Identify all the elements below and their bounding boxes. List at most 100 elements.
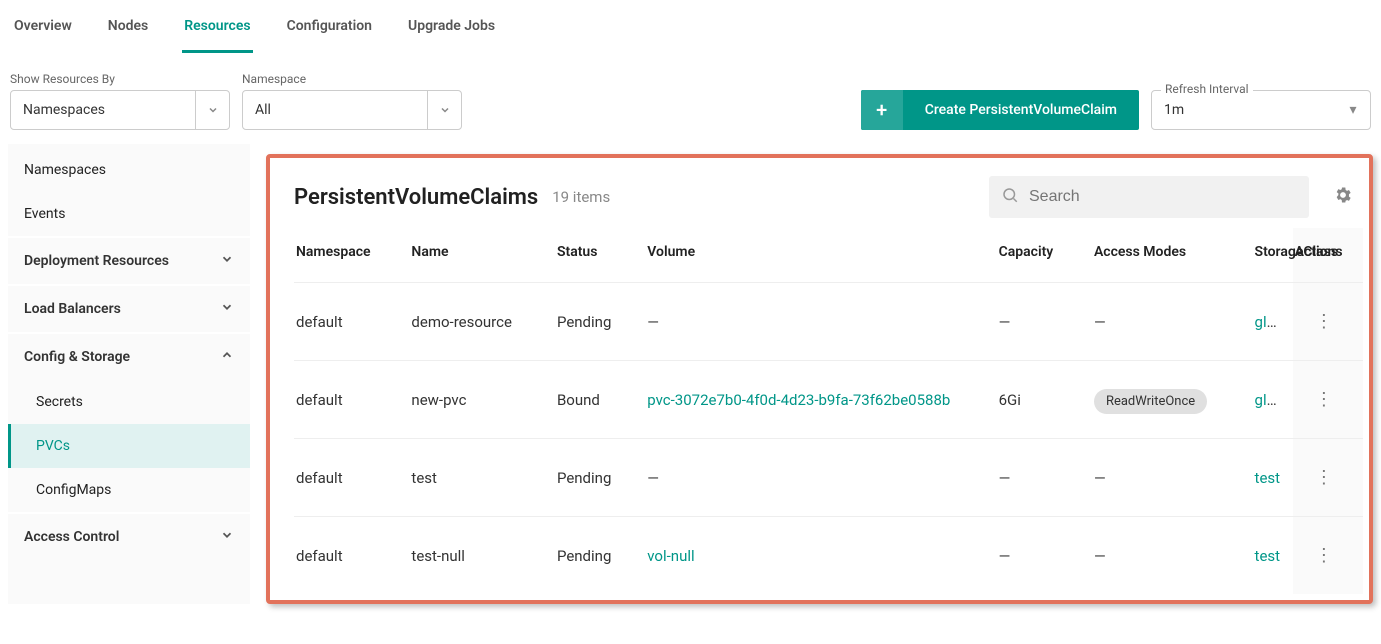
- tab-nodes[interactable]: Nodes: [106, 12, 150, 53]
- search-input[interactable]: [1027, 187, 1297, 207]
- plus-icon: +: [861, 90, 903, 130]
- top-tabs: Overview Nodes Resources Configuration Upgra…: [0, 0, 1381, 54]
- cell-storageclass: test: [1253, 517, 1293, 595]
- col-storageclass[interactable]: StorageClass: [1253, 228, 1293, 283]
- storageclass-link[interactable]: gluster: [1255, 391, 1293, 409]
- caret-down-icon: ▾: [1336, 91, 1370, 129]
- table-row: defaulttestPending———test⋮: [294, 439, 1363, 517]
- sidebar-group-label: Deployment Resources: [24, 253, 169, 269]
- show-resources-by-label: Show Resources By: [10, 72, 230, 86]
- tab-overview[interactable]: Overview: [12, 12, 74, 53]
- tab-configuration[interactable]: Configuration: [285, 12, 374, 53]
- kebab-icon[interactable]: ⋮: [1315, 467, 1333, 488]
- tab-resources[interactable]: Resources: [182, 12, 252, 53]
- sidebar-group-label: Load Balancers: [24, 301, 121, 317]
- cell-status: Pending: [555, 283, 645, 361]
- cell-actions: ⋮: [1293, 283, 1363, 361]
- refresh-interval-select[interactable]: 1m ▾: [1151, 90, 1371, 130]
- cell-access-modes: —: [1092, 517, 1253, 595]
- sidebar-item-configmaps[interactable]: ConfigMaps: [8, 468, 250, 512]
- chevron-up-icon: [220, 348, 234, 366]
- cell-capacity: —: [997, 439, 1092, 517]
- table-row: defaulttest-nullPendingvol-null——test⋮: [294, 517, 1363, 595]
- sidebar-item-pvcs[interactable]: PVCs: [8, 424, 250, 468]
- cell-name: demo-resource: [409, 283, 555, 361]
- sidebar-group-access-control[interactable]: Access Control: [8, 512, 250, 560]
- cell-storageclass: test: [1253, 439, 1293, 517]
- sidebar: NamespacesEvents Deployment Resources Load…: [8, 144, 250, 604]
- kebab-icon[interactable]: ⋮: [1315, 545, 1333, 566]
- cell-actions: ⋮: [1293, 361, 1363, 439]
- sidebar-group-label: Access Control: [24, 529, 119, 545]
- cell-namespace: default: [294, 439, 409, 517]
- cell-storageclass: gluster: [1253, 361, 1293, 439]
- cell-capacity: —: [997, 283, 1092, 361]
- sidebar-group-label: Config & Storage: [24, 349, 130, 365]
- pvc-table: NamespaceNameStatusVolumeCapacityAccess …: [294, 228, 1363, 594]
- create-pvc-button[interactable]: + Create PersistentVolumeClaim: [861, 90, 1139, 130]
- col-status[interactable]: Status: [555, 228, 645, 283]
- cell-storageclass: gluster: [1253, 283, 1293, 361]
- filter-bar: Show Resources By Namespaces Namespace A…: [0, 54, 1381, 144]
- sidebar-group-deployment-resources[interactable]: Deployment Resources: [8, 236, 250, 284]
- col-access-modes[interactable]: Access Modes: [1092, 228, 1253, 283]
- col-capacity[interactable]: Capacity: [997, 228, 1092, 283]
- cell-volume: —: [645, 283, 996, 361]
- access-mode-chip: ReadWriteOnce: [1094, 389, 1207, 414]
- table-row: defaultnew-pvcBoundpvc-3072e7b0-4f0d-4d2…: [294, 361, 1363, 439]
- chevron-down-icon: [195, 91, 229, 129]
- storageclass-link[interactable]: test: [1255, 469, 1281, 487]
- chevron-down-icon: [220, 300, 234, 318]
- storageclass-link[interactable]: test: [1255, 547, 1281, 565]
- search-box[interactable]: [989, 176, 1309, 218]
- cell-actions: ⋮: [1293, 439, 1363, 517]
- cell-access-modes: ReadWriteOnce: [1092, 361, 1253, 439]
- volume-link[interactable]: pvc-3072e7b0-4f0d-4d23-b9fa-73f62be0588b: [647, 391, 950, 409]
- cell-namespace: default: [294, 283, 409, 361]
- sidebar-item-events[interactable]: Events: [8, 192, 250, 236]
- chevron-down-icon: [427, 91, 461, 129]
- sidebar-item-namespaces[interactable]: Namespaces: [8, 148, 250, 192]
- cell-namespace: default: [294, 361, 409, 439]
- pvc-panel: PersistentVolumeClaims 19 items: [266, 154, 1373, 604]
- show-resources-by-select[interactable]: Namespaces: [10, 90, 230, 130]
- cell-volume: vol-null: [645, 517, 996, 595]
- show-resources-by-value: Namespaces: [11, 102, 117, 118]
- cell-actions: ⋮: [1293, 517, 1363, 595]
- sidebar-item-secrets[interactable]: Secrets: [8, 380, 250, 424]
- tab-upgrade-jobs[interactable]: Upgrade Jobs: [406, 12, 497, 53]
- chevron-down-icon: [220, 252, 234, 270]
- cell-capacity: 6Gi: [997, 361, 1092, 439]
- cell-capacity: —: [997, 517, 1092, 595]
- storageclass-link[interactable]: gluster: [1255, 313, 1293, 331]
- search-icon: [1001, 186, 1019, 208]
- namespace-label: Namespace: [242, 72, 462, 86]
- volume-link[interactable]: vol-null: [647, 547, 694, 565]
- cell-volume: pvc-3072e7b0-4f0d-4d23-b9fa-73f62be0588b: [645, 361, 996, 439]
- table-row: defaultdemo-resourcePending———gluster⋮: [294, 283, 1363, 361]
- cell-volume: —: [645, 439, 996, 517]
- col-name[interactable]: Name: [409, 228, 555, 283]
- kebab-icon[interactable]: ⋮: [1315, 389, 1333, 410]
- cell-name: test: [409, 439, 555, 517]
- panel-title: PersistentVolumeClaims: [294, 185, 538, 210]
- gear-icon[interactable]: [1323, 185, 1363, 210]
- refresh-interval-label: Refresh Interval: [1161, 82, 1253, 96]
- col-namespace[interactable]: Namespace: [294, 228, 409, 283]
- sidebar-group-load-balancers[interactable]: Load Balancers: [8, 284, 250, 332]
- refresh-interval-value: 1m: [1152, 102, 1196, 118]
- sidebar-group-config-storage[interactable]: Config & Storage: [8, 332, 250, 380]
- panel-count: 19 items: [552, 188, 610, 206]
- cell-status: Bound: [555, 361, 645, 439]
- namespace-select[interactable]: All: [242, 90, 462, 130]
- col-actions[interactable]: Actions: [1293, 228, 1363, 283]
- cell-namespace: default: [294, 517, 409, 595]
- col-volume[interactable]: Volume: [645, 228, 996, 283]
- create-pvc-label: Create PersistentVolumeClaim: [903, 90, 1139, 130]
- cell-access-modes: —: [1092, 283, 1253, 361]
- cell-access-modes: —: [1092, 439, 1253, 517]
- kebab-icon[interactable]: ⋮: [1315, 311, 1333, 332]
- cell-status: Pending: [555, 517, 645, 595]
- cell-status: Pending: [555, 439, 645, 517]
- cell-name: test-null: [409, 517, 555, 595]
